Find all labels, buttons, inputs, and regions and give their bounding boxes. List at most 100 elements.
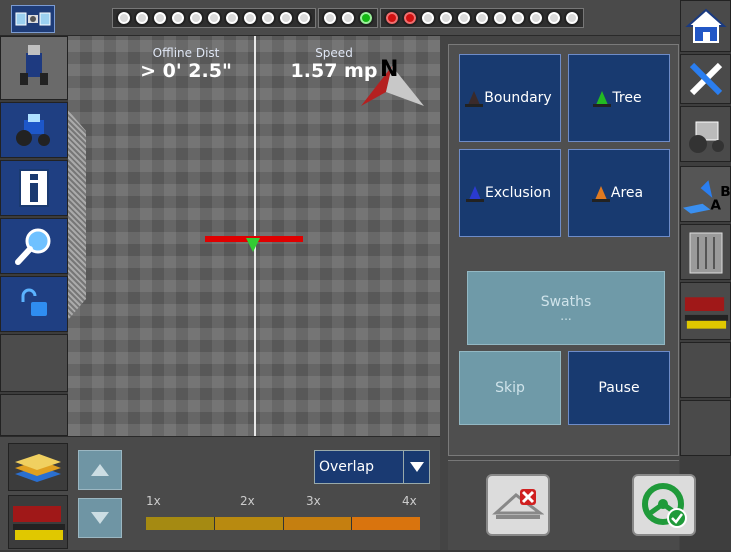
area-button[interactable]: Area bbox=[568, 149, 670, 237]
cone-icon bbox=[591, 186, 610, 202]
info-button[interactable] bbox=[0, 160, 68, 216]
status-led-off bbox=[224, 10, 240, 26]
lock-button[interactable] bbox=[0, 276, 68, 332]
tree-button[interactable]: Tree bbox=[568, 54, 670, 142]
svg-text:B: B bbox=[720, 184, 730, 200]
steering-wheel-icon bbox=[642, 483, 687, 528]
status-led-green bbox=[358, 10, 374, 26]
coverage-layers-button[interactable] bbox=[8, 443, 68, 491]
pause-button[interactable]: Pause bbox=[568, 351, 670, 425]
exclusion-button[interactable]: Exclusion bbox=[459, 149, 561, 237]
ab-line-icon: A B bbox=[682, 180, 730, 214]
implement-section-button[interactable] bbox=[8, 495, 68, 549]
skip-button[interactable]: Skip bbox=[459, 351, 561, 425]
triangle-down-icon bbox=[91, 512, 109, 524]
status-led-off bbox=[322, 10, 338, 26]
led-group-middle bbox=[318, 8, 378, 28]
scroll-up-button[interactable] bbox=[78, 450, 122, 490]
tractor-icon bbox=[16, 114, 50, 146]
empty-slot-button[interactable] bbox=[680, 400, 731, 456]
cone-icon bbox=[466, 186, 485, 202]
tractor-view-button[interactable] bbox=[0, 102, 68, 158]
empty-slot-button[interactable] bbox=[0, 334, 68, 392]
status-led-off bbox=[188, 10, 204, 26]
status-led-off bbox=[456, 10, 472, 26]
triangle-up-icon bbox=[91, 464, 109, 476]
scroll-down-button[interactable] bbox=[78, 498, 122, 538]
svg-text:N: N bbox=[380, 57, 398, 82]
status-led-red bbox=[402, 10, 418, 26]
swaths-value: ... bbox=[560, 309, 572, 323]
status-led-red bbox=[384, 10, 400, 26]
planter-icon bbox=[689, 232, 722, 274]
scale-label: 1x bbox=[146, 494, 161, 508]
status-led-off bbox=[340, 10, 356, 26]
empty-slot-button[interactable] bbox=[680, 342, 731, 398]
status-bar bbox=[0, 0, 731, 36]
exclusion-label: Exclusion bbox=[485, 185, 551, 201]
zoom-icon bbox=[15, 228, 51, 265]
scale-segment bbox=[352, 517, 420, 530]
status-led-off bbox=[528, 10, 544, 26]
pause-label: Pause bbox=[598, 380, 640, 396]
offline-distance-value: > 0' 2.5" bbox=[140, 60, 232, 82]
status-led-off bbox=[116, 10, 132, 26]
implement-disable-icon bbox=[492, 489, 544, 519]
scale-label: 4x bbox=[402, 494, 417, 508]
autosteer-button[interactable] bbox=[632, 474, 696, 536]
tree-label: Tree bbox=[612, 90, 642, 106]
vehicle-settings-button[interactable] bbox=[680, 106, 731, 162]
seeder-button[interactable] bbox=[680, 282, 731, 340]
info-icon bbox=[19, 169, 49, 207]
status-led-off bbox=[474, 10, 490, 26]
status-led-off bbox=[134, 10, 150, 26]
swaths-label: Swaths bbox=[540, 294, 592, 310]
toolbar-handle[interactable] bbox=[68, 110, 86, 320]
section-control-button[interactable] bbox=[486, 474, 550, 536]
skip-label: Skip bbox=[495, 380, 525, 396]
unlock-icon bbox=[21, 288, 47, 316]
home-icon bbox=[684, 8, 727, 43]
led-group-left bbox=[112, 8, 316, 28]
planter-button[interactable] bbox=[680, 224, 731, 280]
tools-button[interactable] bbox=[680, 54, 731, 104]
implement-icon bbox=[20, 45, 48, 85]
implement-view-button[interactable] bbox=[0, 36, 68, 100]
home-button[interactable] bbox=[680, 0, 731, 52]
swaths-button[interactable]: Swaths ... bbox=[467, 271, 665, 345]
vehicle-position-icon bbox=[246, 238, 260, 252]
status-led-off bbox=[438, 10, 454, 26]
status-led-off bbox=[492, 10, 508, 26]
scale-segment bbox=[146, 517, 214, 530]
coverage-mode-value: Overlap bbox=[319, 459, 375, 475]
scale-segment bbox=[283, 517, 352, 530]
left-toolbar bbox=[0, 36, 68, 436]
status-led-off bbox=[278, 10, 294, 26]
guidance-screen: Offline Dist > 0' 2.5" Speed 1.57 mp N B… bbox=[0, 0, 731, 550]
seeder-icon bbox=[13, 506, 65, 540]
offline-distance-label: Offline Dist bbox=[152, 46, 220, 60]
status-led-off bbox=[564, 10, 580, 26]
tools-icon bbox=[689, 62, 722, 96]
status-led-off bbox=[206, 10, 222, 26]
overlap-color-scale bbox=[146, 517, 420, 530]
field-map[interactable]: Offline Dist > 0' 2.5" Speed 1.57 mp N bbox=[68, 36, 440, 436]
boundary-button[interactable]: Boundary bbox=[459, 54, 561, 142]
satellite-icon[interactable] bbox=[11, 5, 55, 33]
status-led-off bbox=[420, 10, 436, 26]
empty-slot-button[interactable] bbox=[0, 394, 68, 436]
chevron-down-icon[interactable] bbox=[403, 451, 429, 483]
ab-line-button[interactable]: A B bbox=[680, 166, 731, 222]
coverage-mode-select[interactable]: Overlap bbox=[314, 450, 430, 484]
mapping-panel: Boundary Tree Exclusion Area Swaths ... … bbox=[448, 44, 679, 456]
status-led-off bbox=[170, 10, 186, 26]
status-led-off bbox=[260, 10, 276, 26]
area-label: Area bbox=[610, 185, 644, 201]
status-led-off bbox=[510, 10, 526, 26]
layers-icon bbox=[15, 454, 61, 482]
signal-leds bbox=[112, 8, 584, 28]
scale-segment bbox=[214, 517, 283, 530]
zoom-button[interactable] bbox=[0, 218, 68, 274]
status-led-off bbox=[152, 10, 168, 26]
boundary-label: Boundary bbox=[484, 90, 552, 106]
